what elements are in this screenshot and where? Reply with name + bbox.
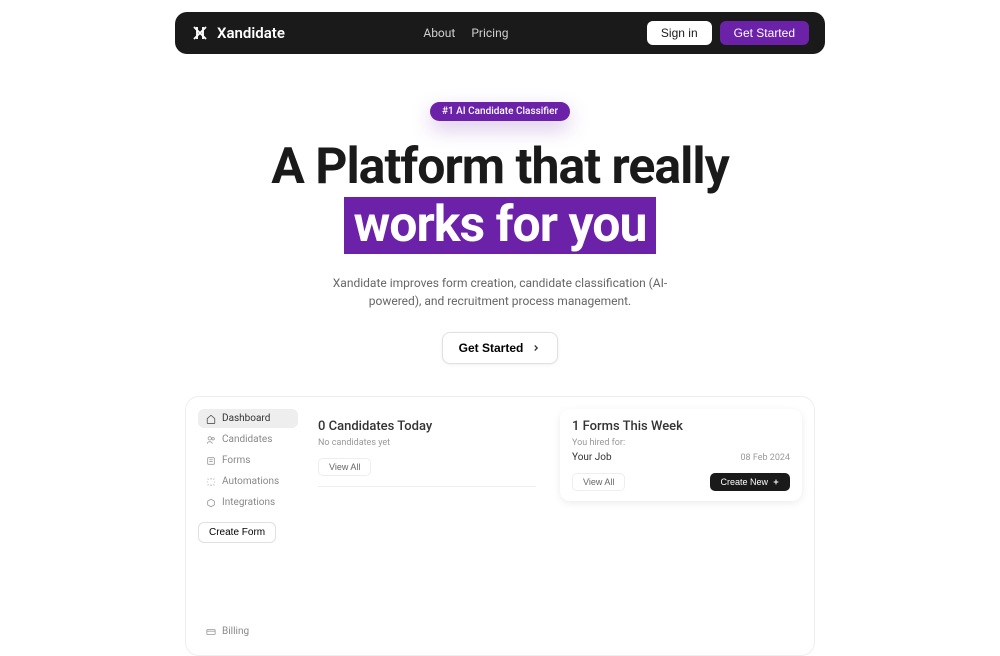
candidates-card-title: 0 Candidates Today (318, 419, 536, 434)
chevron-right-icon (531, 343, 541, 353)
sidebar: Dashboard Candidates Forms Automations I… (198, 409, 298, 643)
main-cards: 0 Candidates Today No candidates yet Vie… (306, 409, 802, 643)
hero-title: A Platform that really works for you (0, 139, 1000, 254)
plus-icon (772, 478, 780, 486)
sidebar-label-candidates: Candidates (222, 434, 272, 445)
integrations-icon (206, 498, 216, 508)
nav-center: About Pricing (285, 26, 647, 40)
brand-name: Xandidate (217, 24, 285, 42)
forms-createnew-button[interactable]: Create New (710, 473, 790, 491)
forms-card-actions: View All Create New (572, 473, 790, 491)
forms-viewall-button[interactable]: View All (572, 473, 625, 491)
nav-link-pricing[interactable]: Pricing (471, 26, 508, 40)
candidates-card-sub: No candidates yet (318, 438, 536, 448)
getstarted-hero-label: Get Started (459, 341, 524, 355)
getstarted-hero-button[interactable]: Get Started (442, 332, 559, 364)
hero-title-highlight: works for you (344, 197, 657, 255)
sidebar-item-candidates[interactable]: Candidates (198, 430, 298, 449)
create-form-button[interactable]: Create Form (198, 522, 276, 543)
users-icon (206, 435, 216, 445)
sidebar-item-integrations[interactable]: Integrations (198, 493, 298, 512)
sidebar-label-forms: Forms (222, 455, 250, 466)
home-icon (206, 414, 216, 424)
forms-card-date: 08 Feb 2024 (740, 453, 790, 463)
nav-right: Sign in Get Started (647, 21, 809, 45)
forms-card-row: Your Job 08 Feb 2024 (572, 452, 790, 463)
forms-card-sub: You hired for: (572, 438, 790, 448)
forms-card-title: 1 Forms This Week (572, 419, 790, 434)
navbar: Xandidate About Pricing Sign in Get Star… (175, 12, 825, 54)
getstarted-nav-button[interactable]: Get Started (720, 21, 809, 45)
hero-section: #1 AI Candidate Classifier A Platform th… (0, 99, 1000, 364)
sidebar-label-dashboard: Dashboard (222, 413, 270, 424)
sidebar-label-billing: Billing (222, 626, 249, 637)
hero-subtitle: Xandidate improves form creation, candid… (310, 274, 690, 310)
forms-card-job: Your Job (572, 452, 612, 463)
sidebar-item-billing[interactable]: Billing (198, 622, 298, 641)
xandidate-logo-icon (191, 24, 209, 42)
hero-title-line1: A Platform that really (271, 138, 729, 196)
sidebar-item-automations[interactable]: Automations (198, 472, 298, 491)
card-divider (318, 486, 536, 487)
automations-icon (206, 477, 216, 487)
brand-logo[interactable]: Xandidate (191, 24, 285, 42)
sidebar-item-forms[interactable]: Forms (198, 451, 298, 470)
forms-card: 1 Forms This Week You hired for: Your Jo… (560, 409, 802, 501)
forms-createnew-label: Create New (720, 477, 768, 487)
sidebar-label-automations: Automations (222, 476, 279, 487)
forms-icon (206, 456, 216, 466)
sidebar-label-integrations: Integrations (222, 497, 275, 508)
signin-button[interactable]: Sign in (647, 21, 712, 45)
dashboard-preview: Dashboard Candidates Forms Automations I… (185, 396, 815, 656)
billing-icon (206, 627, 216, 637)
nav-link-about[interactable]: About (423, 26, 455, 40)
candidates-card: 0 Candidates Today No candidates yet Vie… (306, 409, 548, 497)
sidebar-item-dashboard[interactable]: Dashboard (198, 409, 298, 428)
candidates-viewall-button[interactable]: View All (318, 458, 371, 476)
hero-badge: #1 AI Candidate Classifier (430, 102, 570, 121)
candidates-card-actions: View All (318, 458, 536, 476)
